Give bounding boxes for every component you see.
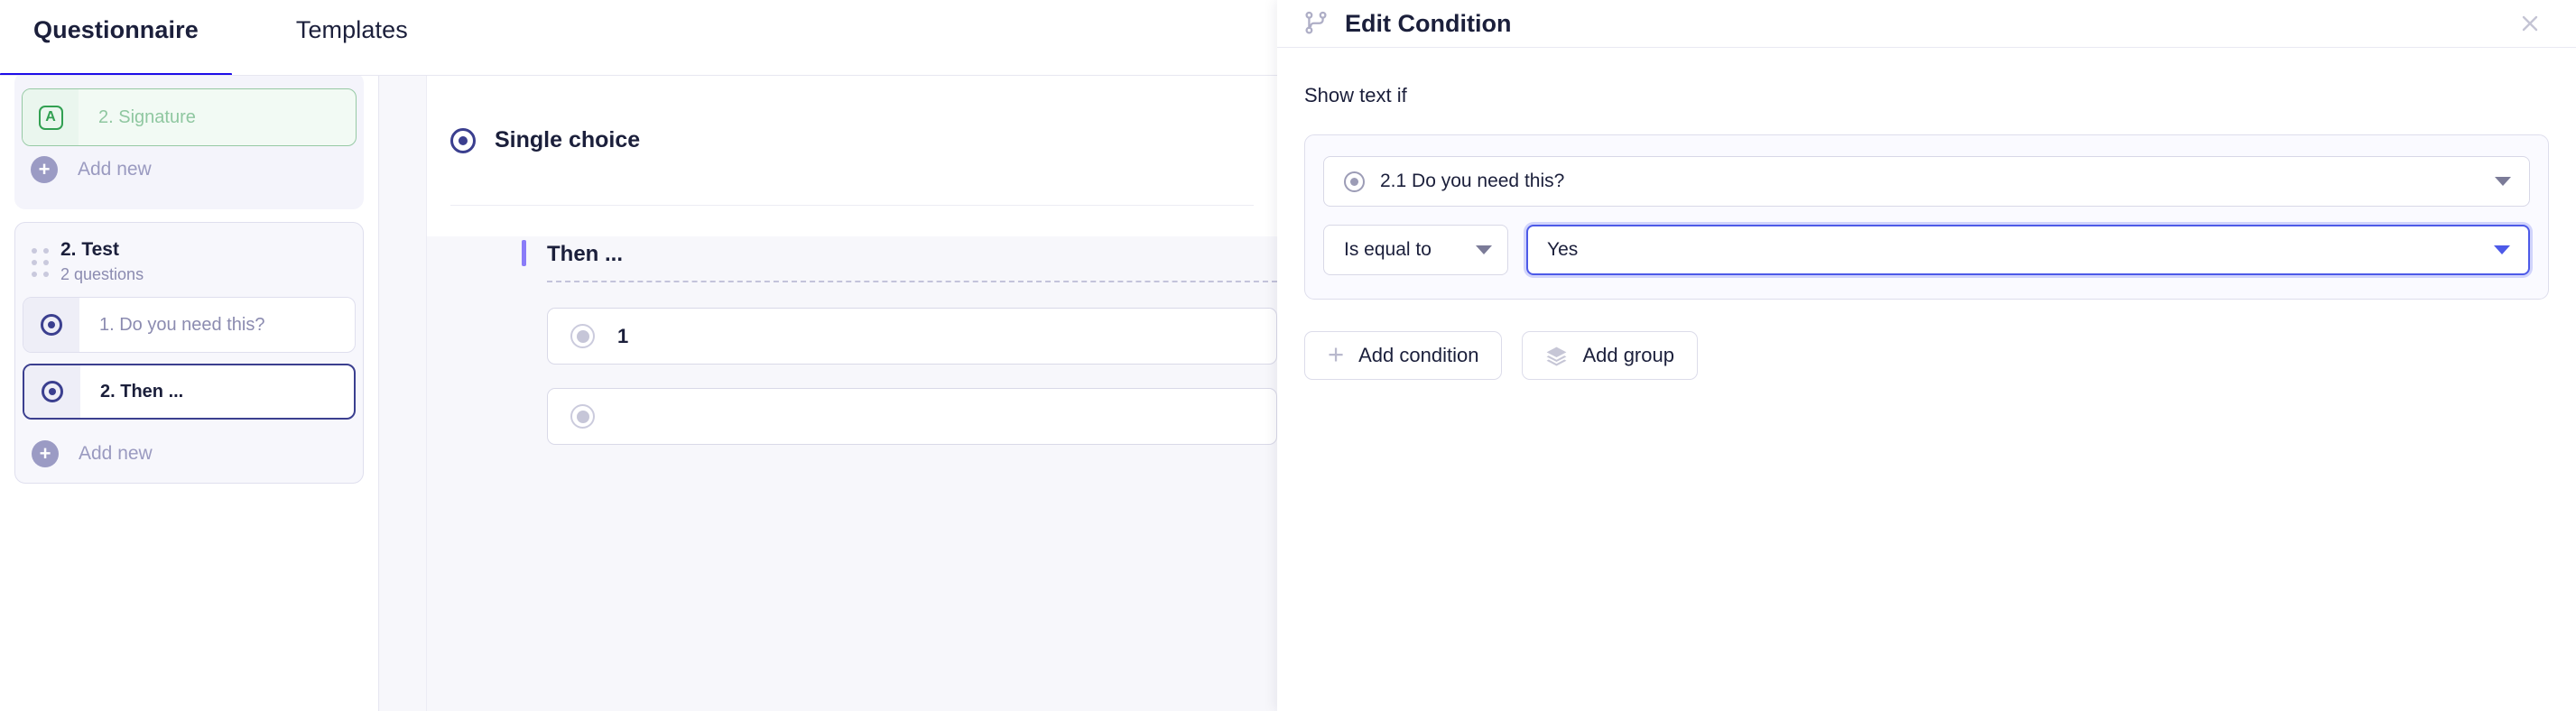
git-branch-icon [1304,10,1328,37]
add-new-question-button[interactable]: + Add new [15,430,363,477]
app-root: Questionnaire Templates A 2. Signature +… [0,0,2576,711]
close-icon[interactable] [2515,8,2545,39]
add-group-label: Add group [1582,344,1674,366]
top-tabbar: Questionnaire Templates [0,0,1277,78]
sidebar-question-2[interactable]: 2. Then ... [23,364,356,420]
question-icon-cell [23,298,79,353]
edit-condition-panel: Edit Condition Show text if 2.1 Do you n… [1277,0,2576,711]
sidebar-question-2-label: 2. Then ... [100,381,184,402]
then-option-2[interactable] [547,388,1277,445]
condition-subject-value: 2.1 Do you need this? [1380,171,1565,191]
add-new-label: Add new [78,159,152,180]
add-new-signature-button[interactable]: + Add new [14,146,364,193]
question-editor-column: Single choice Then ... 1 [380,76,1277,711]
tab-questionnaire-label: Questionnaire [33,16,199,43]
then-option-1[interactable]: 1 [547,308,1277,365]
edit-condition-header: Edit Condition [1277,0,2576,48]
tab-templates-label: Templates [295,16,408,43]
sidebar-item-signature[interactable]: A 2. Signature [22,88,357,146]
signature-group-card: A 2. Signature + Add new [14,76,364,209]
panel-title-wrap: Edit Condition [1304,10,1511,38]
question-editor-card: Single choice Then ... 1 [426,76,1277,711]
radio-icon [450,127,476,153]
then-heading: Then ... [522,236,1277,267]
edit-condition-body: Show text if 2.1 Do you need this? Is eq… [1277,48,2576,380]
chevron-down-icon [1476,245,1492,254]
editor-divider [450,205,1254,206]
question-group-test: 2. Test 2 questions 1. Do you need this?… [14,222,364,485]
question-group-header: 2. Test 2 questions [15,239,363,284]
question-icon-cell [24,365,80,419]
radio-icon [1344,171,1365,192]
add-new-label: Add new [79,443,153,465]
radio-icon [570,324,595,348]
add-condition-label: Add condition [1358,344,1479,366]
then-option-1-label: 1 [617,324,629,347]
drag-handle-icon[interactable] [32,248,55,279]
condition-subject-select[interactable]: 2.1 Do you need this? [1323,156,2530,207]
panel-title: Edit Condition [1345,9,1512,37]
condition-group: 2.1 Do you need this? Is equal to Yes [1304,134,2549,300]
question-group-subtitle: 2 questions [60,265,144,284]
add-group-button[interactable]: Add group [1522,331,1698,380]
plus-circle-icon: + [31,156,58,183]
question-type-row[interactable]: Single choice [427,76,1277,205]
layers-icon [1545,345,1568,367]
condition-operator-value: Is equal to [1344,239,1432,260]
condition-value-value: Yes [1547,239,1579,260]
then-divider [547,281,1277,282]
radio-icon [570,404,595,429]
then-title: Then ... [547,242,623,266]
condition-actions: + Add condition Add group [1304,331,2549,380]
signature-item-label: 2. Signature [98,106,196,127]
tab-questionnaire[interactable]: Questionnaire [0,16,232,78]
chevron-down-icon [2494,245,2510,254]
question-type-label: Single choice [495,127,641,152]
tab-templates[interactable]: Templates [296,16,408,78]
condition-operator-select[interactable]: Is equal to [1323,225,1508,275]
sidebar-question-1-label: 1. Do you need this? [99,314,265,335]
radio-icon [41,314,62,337]
plus-icon: + [1328,337,1345,370]
radio-icon [42,381,63,403]
then-section: Then ... 1 [427,236,1277,711]
add-condition-button[interactable]: + Add condition [1304,331,1503,380]
signature-a-icon: A [38,105,63,130]
plus-circle-icon: + [32,440,59,468]
condition-value-select[interactable]: Yes [1526,225,2530,275]
question-group-title: 2. Test [60,239,119,260]
show-text-if-label: Show text if [1304,84,1407,106]
chevron-down-icon [2495,177,2511,186]
questions-sidebar: A 2. Signature + Add new 2. Test 2 quest… [0,76,379,711]
condition-operator-row: Is equal to Yes [1323,225,2530,275]
signature-icon-cell: A [23,89,79,145]
sidebar-question-1[interactable]: 1. Do you need this? [23,297,356,354]
